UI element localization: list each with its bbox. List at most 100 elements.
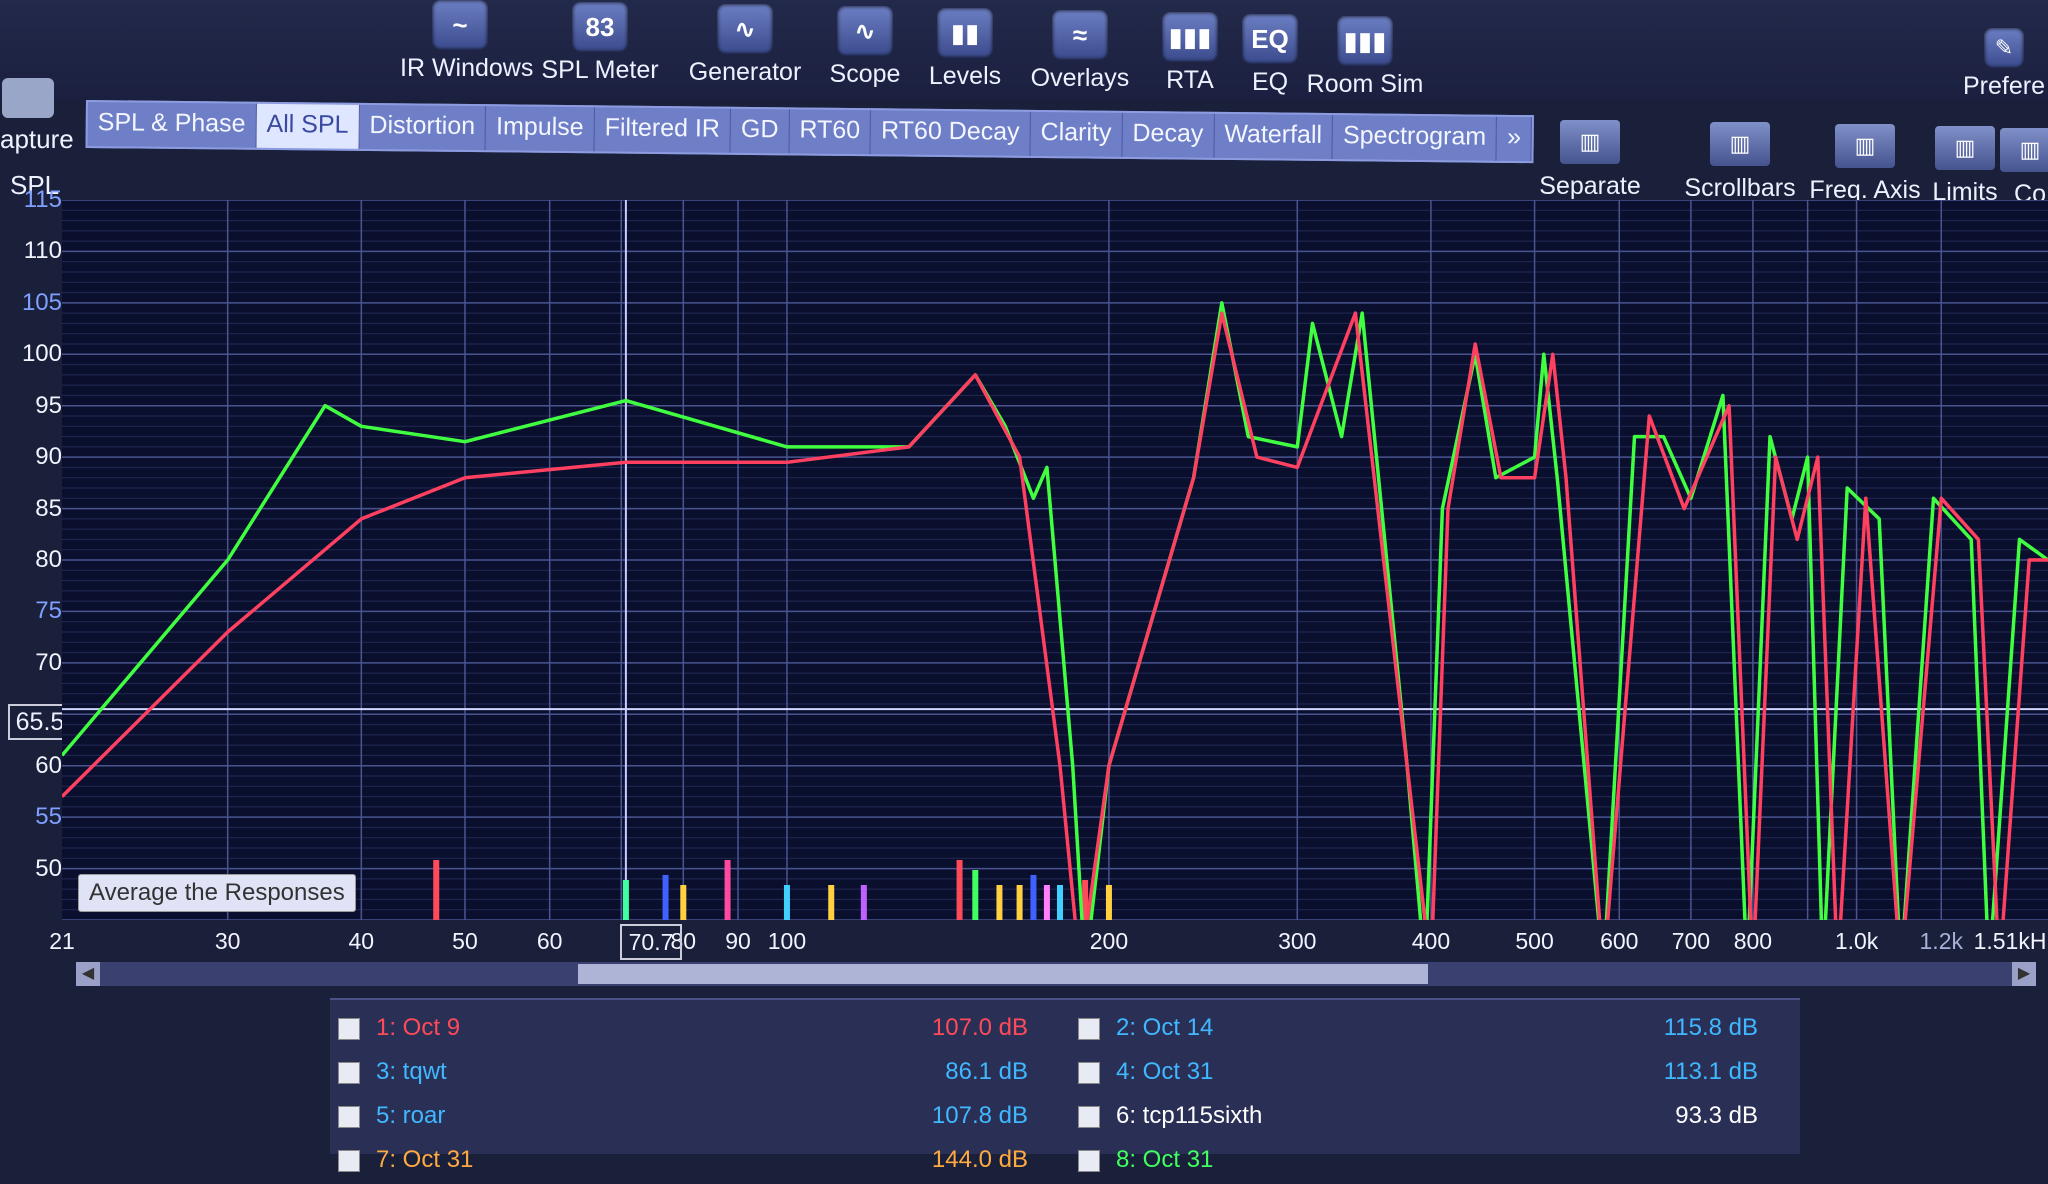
tab-filtered-ir[interactable]: Filtered IR bbox=[594, 107, 732, 153]
tool-generator[interactable]: ∿ Generator bbox=[685, 4, 805, 87]
legend-item[interactable]: 8: Oct 31 bbox=[1078, 1144, 1798, 1184]
preferences-tool[interactable]: ✎ Prefere bbox=[1960, 0, 2048, 101]
controls-icon: ▥ bbox=[2000, 128, 2048, 172]
generator-icon: ∿ bbox=[717, 4, 773, 54]
right-tool-label: Scrollbars bbox=[1684, 174, 1796, 202]
marker-bar bbox=[972, 870, 979, 920]
legend-item[interactable]: 6: tcp115sixth 93.3 dB bbox=[1078, 1100, 1798, 1140]
tool-levels[interactable]: ▮▮ Levels bbox=[905, 8, 1025, 91]
scrollbar-thumb[interactable] bbox=[578, 964, 1428, 984]
tool-ir-windows[interactable]: ~ IR Windows bbox=[400, 0, 533, 83]
tab-spl-phase[interactable]: SPL & Phase bbox=[87, 102, 257, 148]
legend-item[interactable]: 2: Oct 14 115.8 dB bbox=[1078, 1012, 1798, 1052]
y-tick-label: 55 bbox=[35, 803, 62, 831]
y-tick-label: 75 bbox=[35, 597, 62, 625]
legend-item[interactable]: 3: tqwt 86.1 dB bbox=[338, 1056, 1058, 1096]
x-tick-label: 300 bbox=[1278, 928, 1317, 954]
legend-item[interactable]: 1: Oct 9 107.0 dB bbox=[338, 1012, 1058, 1052]
x-tick-label: 50 bbox=[452, 928, 478, 954]
legend-checkbox[interactable] bbox=[338, 1106, 360, 1128]
tab-rt60-decay[interactable]: RT60 Decay bbox=[870, 110, 1031, 156]
tool-label: Levels bbox=[928, 62, 1002, 90]
legend-checkbox[interactable] bbox=[338, 1062, 360, 1084]
levels-icon: ▮▮ bbox=[937, 8, 993, 58]
y-tick-label: 70 bbox=[35, 648, 62, 676]
tab-gd[interactable]: GD bbox=[730, 108, 790, 154]
spl-plot[interactable] bbox=[62, 200, 2048, 920]
separate-icon: ▥ bbox=[1560, 120, 1620, 164]
legend-value: 144.0 dB bbox=[931, 1146, 1028, 1173]
marker-bar bbox=[783, 885, 790, 920]
x-tick-label: 400 bbox=[1411, 928, 1451, 954]
legend-name: 8: Oct 31 bbox=[1116, 1146, 1214, 1173]
legend-item[interactable]: 5: roar 107.8 dB bbox=[338, 1100, 1058, 1140]
y-tick-label: 80 bbox=[35, 546, 62, 573]
x-tick-label: 700 bbox=[1671, 928, 1711, 954]
tool-label: Generator bbox=[688, 58, 802, 86]
y-tick-label: 105 bbox=[21, 288, 62, 316]
legend-name: 7: Oct 31 bbox=[376, 1146, 474, 1173]
x-cursor-readout[interactable]: 70.7 bbox=[620, 924, 682, 960]
marker-bar bbox=[1016, 885, 1023, 920]
x-tick-label: 60 bbox=[536, 928, 563, 954]
legend-name: 3: tqwt bbox=[376, 1058, 447, 1085]
legend-checkbox[interactable] bbox=[1078, 1150, 1100, 1172]
y-tick-label: 60 bbox=[35, 751, 62, 779]
measurement-legend: 1: Oct 9 107.0 dB 2: Oct 14 115.8 dB 3: tqwt… bbox=[330, 998, 1800, 1173]
x-tick-label: 40 bbox=[348, 928, 375, 954]
legend-item[interactable]: 7: Oct 31 144.0 dB bbox=[338, 1144, 1058, 1184]
legend-checkbox[interactable] bbox=[1078, 1062, 1100, 1084]
legend-value: 115.8 dB bbox=[1663, 1014, 1758, 1041]
tool-room-sim[interactable]: ▮▮▮ Room Sim bbox=[1305, 16, 1425, 99]
scroll-left-icon[interactable]: ◀ bbox=[76, 962, 100, 986]
tool-spl-meter[interactable]: 83 SPL Meter bbox=[540, 2, 660, 85]
legend-value: 86.1 dB bbox=[945, 1058, 1028, 1085]
legend-checkbox[interactable] bbox=[1078, 1018, 1100, 1040]
scope-icon: ∿ bbox=[837, 6, 893, 56]
y-tick-label: 110 bbox=[23, 237, 62, 265]
tab-waterfall[interactable]: Waterfall bbox=[1214, 113, 1334, 160]
legend-name: 1: Oct 9 bbox=[376, 1014, 461, 1041]
capture-label: apture bbox=[0, 124, 74, 154]
scrollbars-tool[interactable]: ▥ Scrollbars bbox=[1680, 122, 1800, 203]
average-responses-button[interactable]: Average the Responses bbox=[78, 874, 356, 912]
marker-bar bbox=[662, 875, 669, 920]
x-tick-label: 1.51kH bbox=[1973, 928, 2047, 954]
legend-name: 2: Oct 14 bbox=[1116, 1014, 1214, 1041]
y-tick-label: 100 bbox=[21, 340, 62, 368]
tool-overlays[interactable]: ≈ Overlays bbox=[1020, 10, 1140, 93]
capture-tool[interactable]: apture bbox=[0, 78, 80, 155]
scroll-right-icon[interactable]: ▶ bbox=[2012, 962, 2036, 986]
legend-item[interactable]: 4: Oct 31 113.1 dB bbox=[1078, 1056, 1798, 1096]
legend-name: 6: tcp115sixth bbox=[1116, 1102, 1263, 1129]
tab--[interactable]: » bbox=[1496, 116, 1533, 162]
eq-icon: EQ bbox=[1242, 14, 1298, 64]
ir-windows-icon: ~ bbox=[432, 0, 488, 50]
separate-tool[interactable]: ▥ Separate bbox=[1530, 120, 1650, 201]
legend-checkbox[interactable] bbox=[338, 1150, 360, 1172]
legend-checkbox[interactable] bbox=[1078, 1106, 1100, 1128]
marker-bar bbox=[1056, 885, 1063, 920]
y-tick-label: 50 bbox=[35, 854, 62, 882]
tab-impulse[interactable]: Impulse bbox=[485, 106, 595, 152]
x-tick-label: 100 bbox=[767, 928, 807, 954]
tab-clarity[interactable]: Clarity bbox=[1030, 111, 1123, 157]
marker-bar bbox=[828, 885, 835, 920]
marker-bar bbox=[956, 860, 963, 920]
marker-bar bbox=[996, 885, 1003, 920]
preferences-label: Prefere bbox=[1963, 72, 2045, 100]
tab-spectrogram[interactable]: Spectrogram bbox=[1332, 115, 1498, 161]
x-tick-label: 1.2k bbox=[1919, 928, 1963, 954]
tab-distortion[interactable]: Distortion bbox=[359, 104, 487, 151]
controls-tool[interactable]: ▥ Co bbox=[1970, 128, 2048, 209]
room-sim-icon: ▮▮▮ bbox=[1337, 16, 1393, 66]
tool-label: Overlays bbox=[1030, 64, 1130, 92]
legend-checkbox[interactable] bbox=[338, 1018, 360, 1040]
y-tick-label: 90 bbox=[35, 443, 62, 471]
tab-decay[interactable]: Decay bbox=[1122, 112, 1215, 158]
tab-all-spl[interactable]: All SPL bbox=[256, 103, 360, 149]
frequency-scrollbar[interactable]: ◀ ▶ bbox=[76, 962, 2036, 986]
tab-rt60[interactable]: RT60 bbox=[789, 109, 872, 155]
legend-value: 107.8 dB bbox=[931, 1102, 1028, 1129]
tool-label: Room Sim bbox=[1306, 70, 1424, 98]
